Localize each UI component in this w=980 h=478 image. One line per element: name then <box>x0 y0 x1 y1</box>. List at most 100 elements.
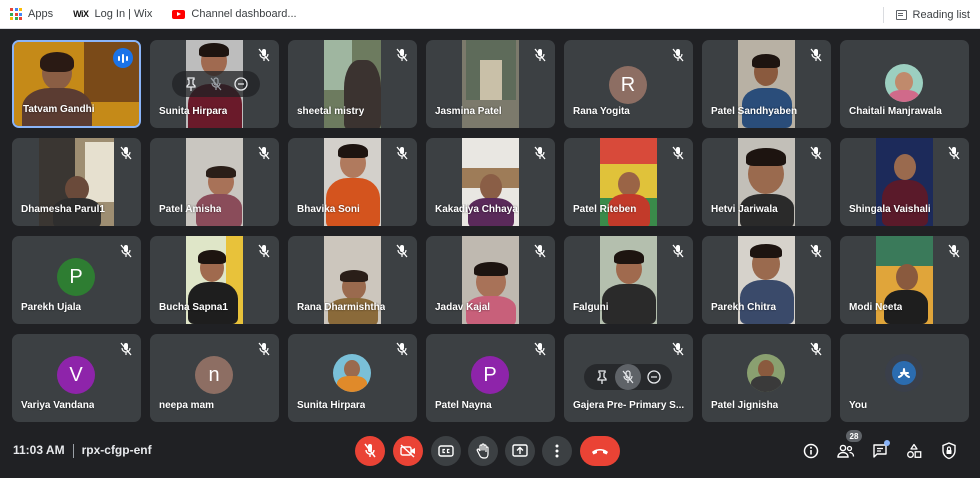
participant-tile[interactable]: Patel Jignisha <box>702 334 831 422</box>
mute-participant-icon[interactable] <box>614 364 641 390</box>
participant-tile[interactable]: Rana Dharmishtha <box>288 236 417 324</box>
participant-tile[interactable]: Chaitali Manjrawala <box>840 40 969 128</box>
avatar <box>747 354 785 392</box>
info-icon <box>803 443 819 459</box>
participant-name: Kakadiya Chhaya <box>435 204 518 215</box>
participant-tile[interactable]: Shingala Vaishali <box>840 138 969 226</box>
avatar: P <box>57 258 95 296</box>
participant-tile[interactable]: R Rana Yogita <box>564 40 693 128</box>
participant-name: Falguni <box>573 302 609 313</box>
participant-tile[interactable]: n neepa mam <box>150 334 279 422</box>
muted-mic-icon <box>945 242 963 260</box>
meeting-code[interactable]: rpx-cfgp-enf <box>82 443 152 457</box>
avatar <box>885 354 923 392</box>
participant-name: Jadav Kajal <box>435 302 491 313</box>
reading-list-button[interactable]: Reading list <box>882 0 970 29</box>
people-button[interactable] <box>835 440 857 462</box>
muted-mic-icon <box>531 144 549 162</box>
more-options-button[interactable] <box>542 436 572 466</box>
muted-mic-icon <box>669 144 687 162</box>
microphone-toggle-button[interactable] <box>355 436 385 466</box>
participant-tile[interactable]: V Variya Vandana <box>12 334 141 422</box>
participant-name: Patel Sandhyaben <box>711 106 798 117</box>
participant-name: Sunita Hirpara <box>159 106 228 117</box>
avatar: V <box>57 356 95 394</box>
present-icon <box>512 444 528 457</box>
participant-tile[interactable]: sheetal mistry <box>288 40 417 128</box>
participant-name: Tatvam Gandhi <box>23 104 95 115</box>
remove-participant-icon[interactable] <box>644 367 664 387</box>
participant-tile[interactable]: Parekh Chitra <box>702 236 831 324</box>
hang-up-icon <box>592 449 608 455</box>
meeting-info: 11:03 AM rpx-cfgp-enf <box>13 443 152 458</box>
participant-name: Patel Nayna <box>435 400 492 411</box>
muted-mic-icon <box>807 340 825 358</box>
participant-name: Parekh Chitra <box>711 302 777 313</box>
meeting-details-button[interactable] <box>800 440 822 462</box>
muted-mic-icon <box>531 46 549 64</box>
participant-name: Gajera Pre- Primary S... <box>573 400 685 411</box>
participant-tile[interactable]: Bhavika Soni <box>288 138 417 226</box>
participant-tile[interactable]: Sunita Hirpara <box>150 40 279 128</box>
bookmark-label: Channel dashboard... <box>191 8 297 20</box>
avatar <box>885 64 923 102</box>
participant-tile[interactable]: Hetvi Jariwala <box>702 138 831 226</box>
participant-tile[interactable]: P Parekh Ujala <box>12 236 141 324</box>
participant-tile[interactable]: Jasmina Patel <box>426 40 555 128</box>
captions-button[interactable] <box>431 436 461 466</box>
bookmark-wix[interactable]: WiX Log In | Wix <box>73 8 152 20</box>
bookmark-label: Log In | Wix <box>94 8 153 20</box>
muted-mic-icon <box>117 242 135 260</box>
muted-mic-icon <box>393 242 411 260</box>
present-screen-button[interactable] <box>505 436 535 466</box>
participant-name: Jasmina Patel <box>435 106 502 117</box>
participant-tile[interactable]: You <box>840 334 969 422</box>
participant-tile[interactable]: Patel Riteben <box>564 138 693 226</box>
shield-lock-icon <box>942 442 956 460</box>
bookmark-apps[interactable]: Apps <box>10 8 53 20</box>
participant-tile[interactable]: P Patel Nayna <box>426 334 555 422</box>
avatar: R <box>609 66 647 104</box>
speaking-indicator-icon <box>113 48 133 68</box>
participant-tile[interactable]: Patel Sandhyaben <box>702 40 831 128</box>
mute-participant-icon[interactable] <box>206 74 226 94</box>
muted-mic-icon <box>393 46 411 64</box>
leave-call-button[interactable] <box>580 436 620 466</box>
tile-hover-controls <box>172 71 260 97</box>
activities-button[interactable] <box>903 440 925 462</box>
raise-hand-button[interactable] <box>468 436 498 466</box>
participant-tile[interactable]: Dhamesha Parul1 <box>12 138 141 226</box>
participant-name: Sunita Hirpara <box>297 400 366 411</box>
participant-name: Modi Neeta <box>849 302 903 313</box>
participant-tile[interactable]: Tatvam Gandhi <box>12 40 141 128</box>
participant-name: Bhavika Soni <box>297 204 360 215</box>
closed-captions-icon <box>438 445 454 457</box>
tile-hover-controls <box>584 364 672 390</box>
reading-list-label: Reading list <box>912 8 970 21</box>
participant-tile[interactable]: Sunita Hirpara <box>288 334 417 422</box>
pin-icon[interactable] <box>181 74 201 94</box>
participant-tile[interactable]: Gajera Pre- Primary S... <box>564 334 693 422</box>
participant-tile[interactable]: Modi Neeta <box>840 236 969 324</box>
participant-tile[interactable]: Jadav Kajal <box>426 236 555 324</box>
avatar: P <box>471 356 509 394</box>
avatar <box>333 354 371 392</box>
participant-name: Bucha Sapna1 <box>159 302 228 313</box>
bookmark-youtube[interactable]: Channel dashboard... <box>172 8 297 20</box>
pin-icon[interactable] <box>592 367 612 387</box>
participant-tile[interactable]: Bucha Sapna1 <box>150 236 279 324</box>
remove-participant-icon[interactable] <box>231 74 251 94</box>
participant-tile[interactable]: Patel Amisha <box>150 138 279 226</box>
host-controls-button[interactable] <box>938 440 960 462</box>
participant-tile[interactable]: Falguni <box>564 236 693 324</box>
camera-toggle-button[interactable] <box>393 436 423 466</box>
wix-icon: WiX <box>73 9 89 19</box>
participant-tile[interactable]: Kakadiya Chhaya <box>426 138 555 226</box>
activities-icon <box>907 443 922 458</box>
muted-mic-icon <box>807 46 825 64</box>
participant-name: Shingala Vaishali <box>849 204 931 215</box>
participant-name: Rana Dharmishtha <box>297 302 386 313</box>
muted-mic-icon <box>531 242 549 260</box>
hand-icon <box>476 443 489 459</box>
muted-mic-icon <box>255 144 273 162</box>
